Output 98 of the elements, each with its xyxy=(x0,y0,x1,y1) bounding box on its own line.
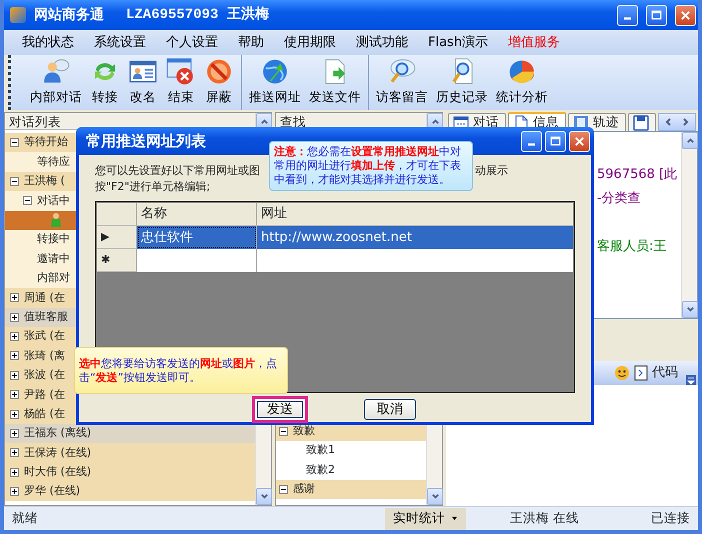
person-icon xyxy=(50,212,62,228)
tree-item[interactable]: 王保涛 (在线) xyxy=(5,443,255,463)
expand-icon[interactable] xyxy=(10,487,19,496)
row-marker: ▶ xyxy=(97,226,137,249)
expand-icon[interactable] xyxy=(10,410,19,419)
dialog-button[interactable]: 发送 xyxy=(252,396,308,423)
prohibited-icon xyxy=(204,57,234,86)
menu-item[interactable]: 使用期限 xyxy=(274,32,346,52)
info-text: 5967568 [此 xyxy=(597,166,678,184)
note-callout: 注意：您必需在设置常用推送网址中对常用的网址进行填加上传，才可在下表中看到，才能对其选择并进行发送。 xyxy=(269,141,473,191)
dialog-maximize-button[interactable] xyxy=(545,130,566,152)
collapse-icon[interactable] xyxy=(10,176,19,186)
menu-item[interactable]: 系统设置 xyxy=(84,32,156,52)
menu-item[interactable]: 测试功能 xyxy=(346,32,418,52)
close-button[interactable] xyxy=(675,4,696,26)
caret-icon xyxy=(451,516,458,521)
status-text: 王洪梅 在线 xyxy=(509,509,580,528)
down-chevron-icon[interactable] xyxy=(260,492,268,501)
window-title: 网站商务通 xyxy=(34,6,104,24)
expand-icon[interactable] xyxy=(10,429,19,438)
menu-item[interactable]: 个人设置 xyxy=(156,32,228,52)
column-header[interactable]: 网址 xyxy=(257,203,573,226)
toolbar-button[interactable]: 屏蔽 xyxy=(201,55,237,110)
expand-icon[interactable] xyxy=(10,448,19,458)
scrollbar[interactable] xyxy=(681,132,697,318)
table-cell[interactable]: 忠仕软件 xyxy=(137,226,257,249)
toolbar-button[interactable]: 推送网址 xyxy=(246,55,304,110)
row-header xyxy=(97,203,137,226)
table-cell[interactable]: http://www.zoosnet.net xyxy=(257,226,573,249)
expand-icon[interactable] xyxy=(10,390,19,400)
floppy-icon xyxy=(633,114,649,130)
status-text: 就绪 xyxy=(11,509,39,528)
close-icon xyxy=(679,8,692,22)
expand-icon[interactable] xyxy=(10,370,19,380)
status-text: 已连接 xyxy=(650,509,691,528)
toolbar-button[interactable]: 改名 xyxy=(125,55,161,110)
collapse-icon[interactable] xyxy=(279,426,288,436)
toolbar-button[interactable]: 统计分析 xyxy=(493,55,551,110)
tree-item[interactable]: 感谢 xyxy=(276,480,426,499)
dialog-minimize-button[interactable] xyxy=(521,130,542,152)
account-label: LZA69557093 王洪梅 xyxy=(126,5,269,24)
minimize-button[interactable] xyxy=(617,4,638,26)
dialog-button[interactable]: 取消 xyxy=(364,399,416,420)
up-chevron-icon[interactable] xyxy=(686,136,694,145)
tab[interactable]: 轨迹 xyxy=(568,113,626,131)
expand-icon[interactable] xyxy=(10,293,19,302)
code-document-icon[interactable] xyxy=(634,365,648,381)
dropdown-icon[interactable] xyxy=(686,375,696,385)
table-cell[interactable] xyxy=(137,249,257,272)
expand-icon[interactable] xyxy=(10,351,19,360)
tree-item[interactable]: 罗华 (在线) xyxy=(5,482,255,502)
maximize-icon xyxy=(549,134,562,148)
toolbar-button[interactable]: 结束 xyxy=(163,55,199,110)
status-dropdown[interactable]: 实时统计 xyxy=(385,508,466,530)
dialog-text: 您可以先设置好以下常用网址或图 xyxy=(95,163,260,179)
minimize-icon xyxy=(624,17,631,20)
dialog-title: 常用推送网址列表 xyxy=(86,130,206,152)
dialog-close-button[interactable] xyxy=(569,130,590,152)
expand-icon[interactable] xyxy=(10,332,19,342)
expand-icon[interactable] xyxy=(10,468,19,477)
minimize-icon xyxy=(528,143,535,146)
info-text: -分类查 xyxy=(597,190,642,208)
down-chevron-icon[interactable] xyxy=(686,305,694,314)
tab[interactable] xyxy=(628,113,656,131)
collapse-icon[interactable] xyxy=(23,196,32,206)
tree-item[interactable]: 王福东 (离线) xyxy=(5,424,255,444)
tree-item[interactable]: 时大伟 (在线) xyxy=(5,462,255,482)
menu-item[interactable]: 我的状态 xyxy=(12,32,84,52)
tip-callout: 选中您将要给访客发送的网址或图片，点击“发送”按钮发送即可。 xyxy=(74,347,288,394)
column-header[interactable]: 名称 xyxy=(137,203,257,226)
up-chevron-icon[interactable] xyxy=(430,117,440,126)
tab-scroll-buttons[interactable] xyxy=(658,113,696,131)
maximize-button[interactable] xyxy=(646,4,667,26)
toolbar-button[interactable]: 历史记录 xyxy=(433,55,491,110)
smiley-icon[interactable] xyxy=(614,365,630,381)
left-chevron-icon[interactable] xyxy=(664,117,672,127)
dialog-text: 动展示 xyxy=(475,163,508,179)
table-cell[interactable] xyxy=(257,249,573,272)
menu-item[interactable]: 帮助 xyxy=(228,32,274,52)
app-icon xyxy=(10,7,26,23)
toolbar-button[interactable]: 内部对话 xyxy=(27,55,85,110)
toolbar-button[interactable]: 转接 xyxy=(87,55,123,110)
down-chevron-icon[interactable] xyxy=(430,492,440,501)
dialog-text: 按"F2"进行单元格编辑; xyxy=(95,179,210,195)
collapse-icon[interactable] xyxy=(279,484,288,494)
code-button[interactable]: 代码 xyxy=(652,363,678,383)
close-icon xyxy=(573,134,586,148)
maximize-icon xyxy=(650,8,663,22)
right-chevron-icon[interactable] xyxy=(682,117,690,127)
menu-item[interactable]: Flash演示 xyxy=(418,32,498,52)
row-marker: ✱ xyxy=(97,249,137,272)
window-close-icon xyxy=(166,57,196,86)
toolbar-button[interactable]: 发送文件 xyxy=(306,55,364,110)
collapse-icon[interactable] xyxy=(10,138,19,148)
up-chevron-icon[interactable] xyxy=(260,117,268,126)
expand-icon[interactable] xyxy=(10,312,19,322)
info-text: 客服人员:王 xyxy=(597,238,668,256)
toolbar-button[interactable]: 访客留言 xyxy=(373,55,431,110)
